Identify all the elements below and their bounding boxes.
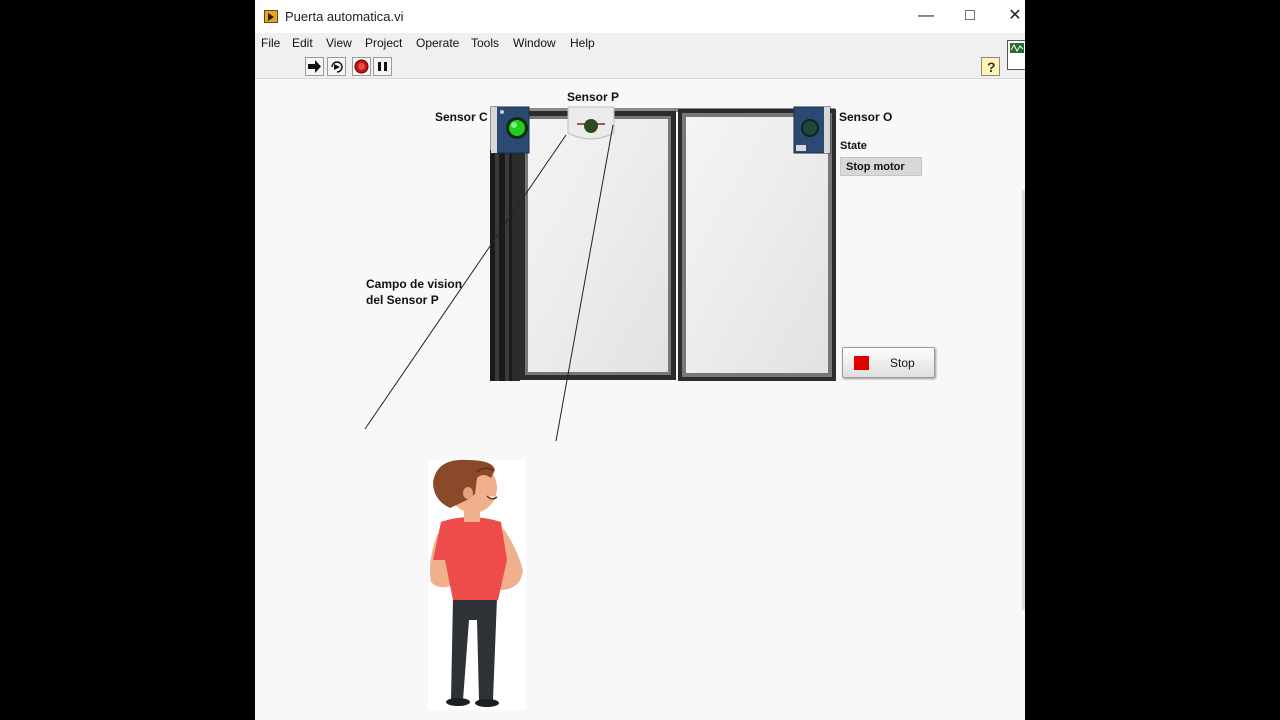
stop-button-label: Stop bbox=[890, 356, 915, 370]
person-illustration bbox=[428, 459, 526, 710]
sensor-c-led-highlight bbox=[511, 122, 517, 128]
sensor-c-led bbox=[509, 120, 525, 136]
state-value: Stop motor bbox=[846, 161, 905, 173]
sensor-o-label: Sensor O bbox=[839, 110, 893, 124]
stop-button[interactable]: Stop bbox=[842, 347, 935, 378]
sensor-p-led bbox=[584, 119, 598, 133]
labview-front-panel-window: Puerta automatica.vi — □ ✕ File Edit Vie… bbox=[255, 0, 1025, 720]
door-panel-left bbox=[520, 111, 676, 380]
stop-led-icon bbox=[854, 356, 869, 370]
vision-field-label-line2: del Sensor P bbox=[366, 293, 439, 307]
vision-field-label-line1: Campo de vision bbox=[366, 277, 463, 291]
state-label: State bbox=[840, 140, 867, 152]
sensor-o-led bbox=[801, 119, 819, 137]
sensor-c-label: Sensor C bbox=[435, 110, 488, 124]
state-indicator: Stop motor bbox=[840, 157, 922, 176]
sensor-p-label: Sensor P bbox=[567, 90, 620, 104]
